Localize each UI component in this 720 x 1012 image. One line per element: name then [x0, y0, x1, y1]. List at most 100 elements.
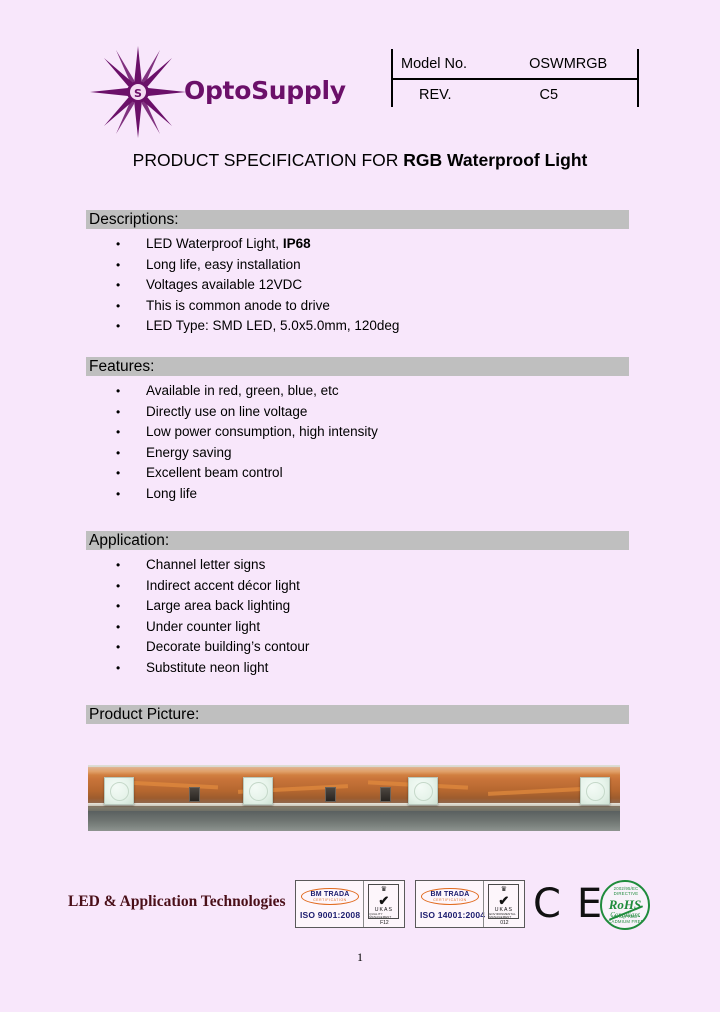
rohs-ring-top-text: 2002/95/EC DIRECTIVE	[613, 886, 639, 896]
smd-led	[580, 777, 610, 805]
list-item-label: Directly use on line voltage	[146, 403, 308, 419]
logo-wordmark: OptoSupply	[184, 76, 346, 105]
ukas-sublabel: QUALITY MANAGEMENT	[369, 912, 392, 920]
list-item: • LED Waterproof Light, IP68	[110, 234, 630, 255]
list-item: • Voltages available 12VDC	[110, 275, 630, 296]
page-header: S OptoSupply Model No. OSWMRGB REV. C5	[0, 38, 720, 138]
list-item-emphasis: IP68	[282, 236, 311, 251]
bullet-icon: •	[116, 237, 121, 251]
revision-value: C5	[539, 86, 559, 103]
bullet-icon: •	[116, 404, 121, 419]
bullet-icon: •	[116, 660, 121, 675]
list-item: • Decorate building’s contour	[110, 637, 630, 658]
bullet-list-features: • Available in red, green, blue, etc • D…	[110, 381, 630, 505]
ce-mark-icon: C E	[533, 881, 607, 927]
list-item-label: Long life, easy installation	[146, 256, 301, 272]
certification-badge-iso14001: BM TRADA CERTIFICATION ISO 14001:2004 ♛ …	[415, 880, 525, 928]
list-item: • Low power consumption, high intensity	[110, 422, 630, 443]
list-item: • Channel letter signs	[110, 555, 630, 576]
list-item-label: Channel letter signs	[146, 557, 266, 572]
page-title-prefix: PRODUCT SPECIFICATION FOR	[132, 150, 404, 170]
model-info-table: Model No. OSWMRGB REV. C5	[391, 49, 639, 107]
list-item-label: Substitute neon light	[146, 659, 269, 675]
list-item-label: Large area back lighting	[146, 598, 291, 614]
cert-brand-name: BM TRADA	[310, 891, 350, 898]
list-item: • Large area back lighting	[110, 596, 630, 617]
list-item-label: Low power consumption, high intensity	[146, 424, 378, 440]
bullet-icon: •	[116, 466, 121, 481]
product-photo	[88, 765, 620, 831]
smd-resistor	[189, 787, 200, 802]
section-title-features: Features:	[89, 358, 155, 375]
certification-badge-iso9001: BM TRADA CERTIFICATION ISO 9001:2008 ♛ ✔…	[295, 880, 405, 928]
list-item-label: This is common anode to drive	[146, 297, 330, 313]
document-page: S OptoSupply Model No. OSWMRGB REV. C5 P…	[0, 0, 720, 1012]
list-item: • Indirect accent décor light	[110, 576, 630, 597]
rohs-ring-bottom-text: LEAD FREE • CADMIUM FREE	[608, 914, 644, 924]
smd-resistor	[380, 787, 391, 802]
cert-brand-area: BM TRADA CERTIFICATION ISO 14001:2004	[416, 881, 486, 927]
bullet-icon: •	[116, 558, 121, 572]
list-item: • Long life	[110, 484, 630, 505]
cert-brand-subtitle: CERTIFICATION	[313, 898, 347, 902]
list-item: • Available in red, green, blue, etc	[110, 381, 630, 402]
revision-label: REV.	[419, 86, 452, 103]
model-number-value: OSWMRGB	[529, 55, 608, 72]
section-header-features: Features:	[86, 357, 629, 376]
strip-gloss-highlight	[88, 765, 620, 775]
bullet-icon: •	[116, 257, 121, 272]
bullet-icon: •	[116, 599, 121, 614]
bullet-icon: •	[116, 425, 121, 440]
list-item-label: Available in red, green, blue, etc	[146, 383, 339, 398]
cert-accreditation-area: ♛ ✔ UKAS QUALITY MANAGEMENT F12	[363, 881, 404, 927]
bullet-icon: •	[116, 319, 121, 334]
rohs-compliant-icon: 2002/95/EC DIRECTIVE RoHS Compliant LEAD…	[600, 880, 650, 930]
strip-base-shadow	[88, 811, 620, 831]
bullet-icon: •	[116, 298, 121, 313]
smd-led	[104, 777, 134, 805]
section-title-application: Application:	[89, 532, 170, 549]
cert-brand-subtitle: CERTIFICATION	[433, 898, 467, 902]
section-header-descriptions: Descriptions:	[86, 210, 629, 229]
list-item-label: Decorate building’s contour	[146, 639, 310, 655]
ukas-mark-icon: ♛ ✔ UKAS ENVIRONMENTAL MANAGEMENT	[488, 884, 520, 920]
bm-trada-logo-icon: BM TRADA CERTIFICATION	[421, 888, 479, 905]
list-item-label: Under counter light	[146, 618, 261, 634]
bullet-icon: •	[116, 384, 121, 398]
list-item-label: Long life	[146, 485, 198, 501]
list-item-label: Voltages available 12VDC	[146, 277, 303, 293]
ukas-mark-icon: ♛ ✔ UKAS QUALITY MANAGEMENT	[368, 884, 400, 920]
bullet-icon: •	[116, 278, 121, 293]
company-tagline: LED & Application Technologies	[68, 893, 286, 910]
revision-row: REV. C5	[393, 80, 637, 109]
smd-led	[408, 777, 438, 805]
page-title: PRODUCT SPECIFICATION FOR RGB Waterproof…	[0, 150, 720, 171]
list-item-label: LED Type: SMD LED, 5.0x5.0mm, 120deg	[146, 318, 400, 334]
cert-accreditation-area: ♛ ✔ UKAS ENVIRONMENTAL MANAGEMENT 012	[483, 881, 524, 927]
list-item: • LED Type: SMD LED, 5.0x5.0mm, 120deg	[110, 316, 630, 337]
bullet-icon: •	[116, 578, 121, 593]
list-item-label: Energy saving	[146, 444, 232, 460]
bullet-icon: •	[116, 640, 121, 655]
list-item: • Energy saving	[110, 443, 630, 464]
list-item: • Long life, easy installation	[110, 255, 630, 276]
starburst-logo-icon: S	[90, 46, 186, 138]
company-logo: S OptoSupply	[88, 46, 358, 138]
bullet-icon: •	[116, 445, 121, 460]
smd-led	[243, 777, 273, 805]
cert-brand-name: BM TRADA	[430, 891, 470, 898]
list-item: • Directly use on line voltage	[110, 402, 630, 423]
cert-standard-label: ISO 9001:2008	[300, 910, 361, 920]
list-item: • Under counter light	[110, 617, 630, 638]
cert-brand-area: BM TRADA CERTIFICATION ISO 9001:2008	[296, 881, 363, 927]
ukas-sublabel: ENVIRONMENTAL MANAGEMENT	[489, 912, 516, 920]
page-title-product: RGB Waterproof Light	[403, 150, 588, 170]
page-number: 1	[357, 950, 363, 964]
bullet-list-descriptions: • LED Waterproof Light, IP68 • Long life…	[110, 234, 630, 337]
bullet-icon: •	[116, 619, 121, 634]
cert-code: 012	[500, 920, 509, 926]
model-number-row: Model No. OSWMRGB	[393, 49, 637, 80]
cert-standard-label: ISO 14001:2004	[420, 910, 486, 920]
section-header-product-picture: Product Picture:	[86, 705, 629, 724]
list-item-label: LED Waterproof Light, IP68	[146, 236, 311, 251]
